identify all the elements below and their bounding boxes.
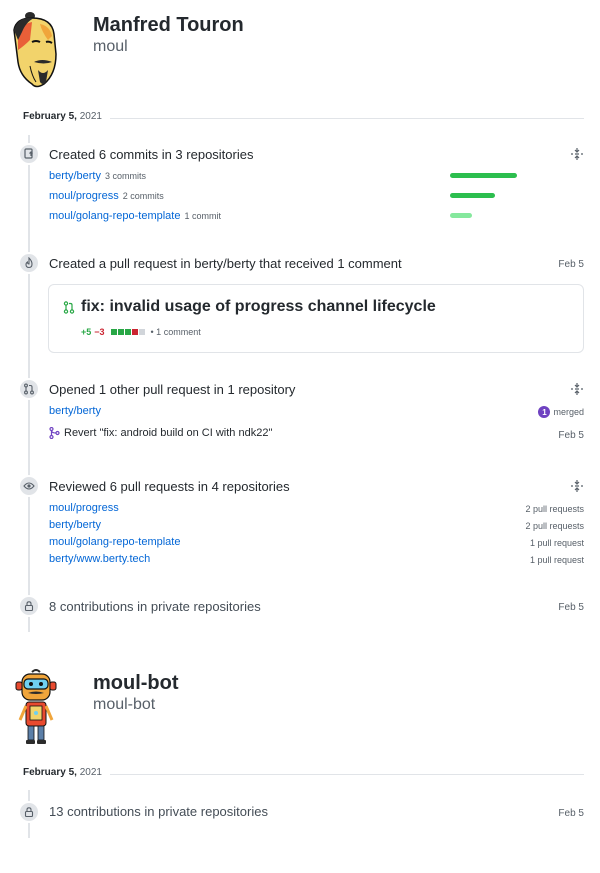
commit-repo-count: 3 commits [104,171,146,181]
pull-request-title[interactable]: fix: invalid usage of progress channel l… [81,298,436,316]
commit-repo-link[interactable]: moul/golang-repo-template 1 commit [49,210,221,222]
merged-label: merged [553,407,584,417]
commit-repo-name[interactable]: moul/golang-repo-template [49,210,180,222]
repo-push-icon [18,143,40,165]
reviewed-count: 2 pull requests [525,521,584,531]
commit-repo-count: 2 commits [122,191,164,201]
date-year: 2021 [79,767,102,778]
date-divider [110,118,584,119]
date-month-day: February 5, [23,767,77,778]
private-contributions-title: 8 contributions in private repositories [49,599,261,614]
commit-repo-link[interactable]: moul/progress 2 commits [49,190,164,202]
fold-icon[interactable] [570,382,584,396]
commit-share-bar [450,173,517,178]
reviewed-repo-link[interactable]: moul/progress [49,502,119,514]
date-divider [110,774,584,775]
reviewed-repo-link[interactable]: berty/berty [49,519,101,531]
commit-repo-link[interactable]: berty/berty 3 commits [49,170,146,182]
date-label: February 5, 2021 [23,767,102,778]
additions-count: +5 [81,327,92,337]
profile-login[interactable]: moul [93,38,128,56]
commit-repo-name[interactable]: moul/progress [49,190,119,202]
private-contributions-title: 13 contributions in private repositories [49,804,268,819]
commits-event-title: Created 6 commits in 3 repositories [49,147,254,162]
merged-count: 1 [538,406,551,418]
date-label: February 5, 2021 [23,111,102,122]
commit-repo-count: 1 commit [184,211,221,221]
profile-login[interactable]: moul-bot [93,696,155,714]
pull-request-event-title: Created a pull request in berty/berty th… [49,256,402,271]
user-avatar[interactable] [10,10,62,90]
date-year: 2021 [79,111,102,122]
date-month-day: February 5, [23,111,77,122]
fold-icon[interactable] [570,147,584,161]
pull-request-icon [63,301,75,314]
profile-name[interactable]: moul-bot [93,672,179,695]
bot-avatar[interactable] [10,668,62,748]
reviewed-count: 1 pull request [529,555,584,565]
lock-icon [18,595,40,617]
pull-request-card[interactable]: fix: invalid usage of progress channel l… [48,284,584,353]
reviewed-event-title: Reviewed 6 pull requests in 4 repositori… [49,479,290,494]
event-date: Feb 5 [558,808,584,819]
opened-repo-link[interactable]: berty/berty [49,405,101,417]
opened-pull-request-title[interactable]: Revert "fix: android build on CI with nd… [64,427,272,439]
git-merge-icon [49,427,60,439]
eye-icon [18,475,40,497]
reviewed-count: 2 pull requests [525,504,584,514]
profile-header: Manfred Touron moul [0,10,600,90]
reviewed-repo-link[interactable]: moul/golang-repo-template [49,536,180,548]
event-date: Feb 5 [558,259,584,270]
merged-badge: 1 merged [538,406,584,418]
date-header: February 5, 2021 [0,767,600,783]
event-date: Feb 5 [558,602,584,613]
deletions-count: −3 [94,327,105,337]
reviewed-count: 1 pull request [529,538,584,548]
reviewed-repo-link[interactable]: berty/www.berty.tech [49,553,150,565]
comment-count: • 1 comment [150,327,201,337]
fold-icon[interactable] [570,479,584,493]
event-date: Feb 5 [558,430,584,441]
profile-header: moul-bot moul-bot [0,668,600,748]
opened-pull-request-row[interactable]: Revert "fix: android build on CI with nd… [49,427,272,439]
diffstat [110,329,145,335]
lock-icon [18,801,40,823]
commit-repo-name[interactable]: berty/berty [49,170,101,182]
pull-request-icon [18,378,40,400]
flame-icon [18,252,40,274]
commit-share-bar [450,193,495,198]
pull-request-stats: +5 −3 • 1 comment [81,327,201,337]
commit-share-bar [450,213,472,218]
opened-event-title: Opened 1 other pull request in 1 reposit… [49,382,296,397]
date-header: February 5, 2021 [0,111,600,127]
profile-name[interactable]: Manfred Touron [93,14,244,37]
